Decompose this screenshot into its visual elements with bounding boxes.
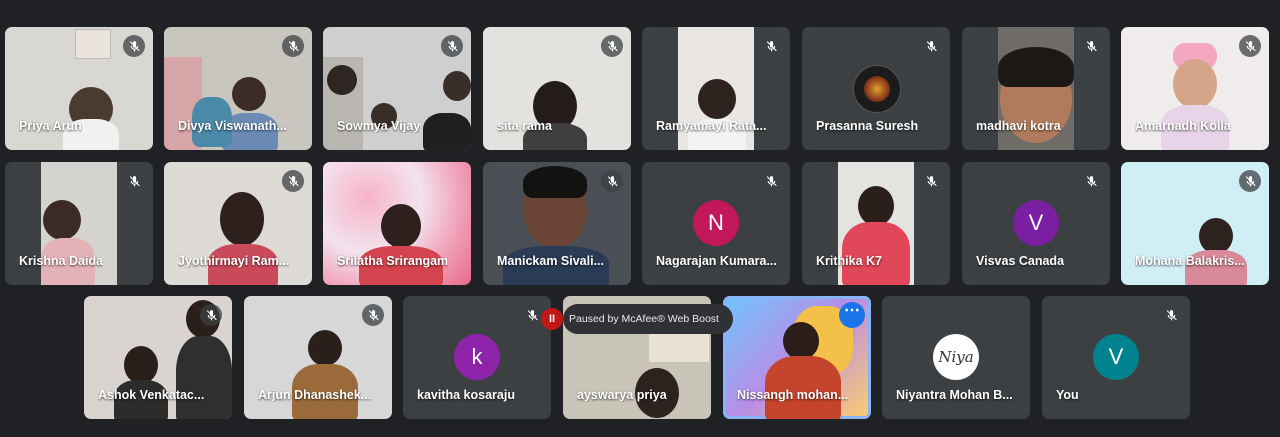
- avatar-initial: N: [693, 200, 739, 246]
- avatar-initial: V: [1013, 200, 1059, 246]
- participant-name: Krithika K7: [816, 254, 882, 268]
- mic-off-icon: [521, 304, 543, 326]
- mic-off-icon: [123, 35, 145, 57]
- participant-name: Jyothirmayi Ram...: [178, 254, 290, 268]
- mic-off-icon: [123, 170, 145, 192]
- mic-off-icon: [601, 35, 623, 57]
- participant-tile[interactable]: Priya Arun: [5, 27, 153, 150]
- participant-tile[interactable]: Niya Niyantra Mohan B...: [882, 296, 1030, 419]
- participant-tile[interactable]: Divya Viswanath...: [164, 27, 312, 150]
- participant-tile[interactable]: Krishna Daida: [5, 162, 153, 285]
- participant-tile[interactable]: Arjun Dhanashek...: [244, 296, 392, 419]
- more-options-icon[interactable]: ⋯: [839, 302, 865, 328]
- mic-off-icon: [1080, 35, 1102, 57]
- participant-name: Divya Viswanath...: [178, 119, 287, 133]
- participant-tile[interactable]: V Visvas Canada: [962, 162, 1110, 285]
- participant-name: Niyantra Mohan B...: [896, 388, 1013, 402]
- participant-name: Visvas Canada: [976, 254, 1065, 268]
- participant-name: Amarnadh Kolla: [1135, 119, 1231, 133]
- participant-name: madhavi kotra: [976, 119, 1061, 133]
- participant-tile[interactable]: Manickam Sivali...: [483, 162, 631, 285]
- participant-tile[interactable]: N Nagarajan Kumara...: [642, 162, 790, 285]
- participant-tile[interactable]: V You: [1042, 296, 1190, 419]
- participant-tile[interactable]: Ramyamayi Rata...: [642, 27, 790, 150]
- avatar-initial: k: [454, 334, 500, 380]
- paused-overlay[interactable]: II Paused by McAfee® Web Boost: [541, 304, 733, 334]
- mic-off-icon: [1160, 304, 1182, 326]
- participant-name: Krishna Daida: [19, 254, 104, 268]
- mic-off-icon: [1239, 35, 1261, 57]
- mic-off-icon: [200, 304, 222, 326]
- participant-name: Priya Arun: [19, 119, 82, 133]
- participant-tile[interactable]: sita rama: [483, 27, 631, 150]
- profile-photo-avatar: [853, 65, 901, 113]
- participant-tile[interactable]: Amarnadh Kolla: [1121, 27, 1269, 150]
- participant-tile[interactable]: Jyothirmayi Ram...: [164, 162, 312, 285]
- participant-name: Ramyamayi Rata...: [656, 119, 767, 133]
- pause-icon[interactable]: II: [541, 308, 563, 330]
- participant-name: sita rama: [497, 119, 552, 133]
- mic-off-icon: [601, 170, 623, 192]
- mic-off-icon: [760, 35, 782, 57]
- participant-name: Nagarajan Kumara...: [656, 254, 777, 268]
- participant-name: Nissangh mohan...: [737, 388, 849, 402]
- participant-name: Manickam Sivali...: [497, 254, 604, 268]
- overlay-label: Paused by McAfee® Web Boost: [569, 313, 719, 325]
- mic-off-icon: [1239, 170, 1261, 192]
- participant-tile-active-speaker[interactable]: Nissangh mohan... ⋯: [723, 296, 871, 419]
- participant-name: Sowmya Vijay: [337, 119, 421, 133]
- mic-off-icon: [282, 35, 304, 57]
- participant-tile[interactable]: Prasanna Suresh: [802, 27, 950, 150]
- participant-name: kavitha kosaraju: [417, 388, 515, 402]
- participant-tile[interactable]: k kavitha kosaraju: [403, 296, 551, 419]
- participant-tile[interactable]: Ashok Venkatac...: [84, 296, 232, 419]
- avatar-initial: V: [1093, 334, 1139, 380]
- participant-tile[interactable]: Krithika K7: [802, 162, 950, 285]
- participant-name: Ashok Venkatac...: [98, 388, 205, 402]
- mic-off-icon: [362, 304, 384, 326]
- logo-avatar: Niya: [933, 334, 979, 380]
- mic-off-icon: [441, 35, 463, 57]
- participant-name: ayswarya priya: [577, 388, 667, 402]
- mic-off-icon: [920, 170, 942, 192]
- mic-off-icon: [920, 35, 942, 57]
- participant-tile[interactable]: madhavi kotra: [962, 27, 1110, 150]
- participant-name: Srilatha Srirangam: [337, 254, 449, 268]
- participant-name: Arjun Dhanashek...: [258, 388, 372, 402]
- participant-tile[interactable]: Sowmya Vijay: [323, 27, 471, 150]
- participant-tile[interactable]: Mohana Balakris...: [1121, 162, 1269, 285]
- participant-name: You: [1056, 388, 1079, 402]
- participant-name: Mohana Balakris...: [1135, 254, 1245, 268]
- participant-tile[interactable]: Srilatha Srirangam: [323, 162, 471, 285]
- mic-off-icon: [282, 170, 304, 192]
- mic-off-icon: [760, 170, 782, 192]
- mic-off-icon: [1080, 170, 1102, 192]
- participant-name: Prasanna Suresh: [816, 119, 919, 133]
